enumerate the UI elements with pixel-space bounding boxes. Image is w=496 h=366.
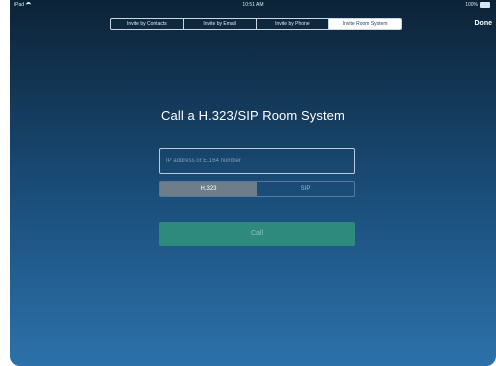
protocol-sip-option[interactable]: SIP — [257, 182, 354, 196]
protocol-h323-option[interactable]: H.323 — [160, 182, 257, 196]
status-time: 10:51 AM — [242, 2, 264, 8]
invite-tabs: Invite by Contacts Invite by Email Invit… — [110, 18, 402, 30]
app-screen: iPad 10:51 AM 100% Invite by Contacts In… — [10, 0, 496, 366]
page-title: Call a H.323/SIP Room System — [161, 108, 345, 123]
navigation-bar: Invite by Contacts Invite by Email Invit… — [10, 10, 496, 38]
ip-address-input[interactable] — [159, 148, 355, 174]
protocol-selector: H.323 SIP — [159, 181, 355, 197]
tab-invite-by-email[interactable]: Invite by Email — [184, 19, 257, 29]
done-button[interactable]: Done — [475, 20, 493, 27]
call-button[interactable]: Call — [159, 222, 355, 246]
battery-percent: 100% — [465, 2, 478, 8]
status-bar: iPad 10:51 AM 100% — [10, 0, 496, 10]
tab-invite-by-contacts[interactable]: Invite by Contacts — [111, 19, 184, 29]
ipad-frame: iPad 10:51 AM 100% Invite by Contacts In… — [0, 0, 496, 366]
status-right: 100% — [465, 0, 490, 10]
tab-invite-room-system[interactable]: Invite Room System — [329, 19, 401, 29]
tab-invite-by-phone[interactable]: Invite by Phone — [257, 19, 330, 29]
battery-icon — [480, 1, 490, 8]
